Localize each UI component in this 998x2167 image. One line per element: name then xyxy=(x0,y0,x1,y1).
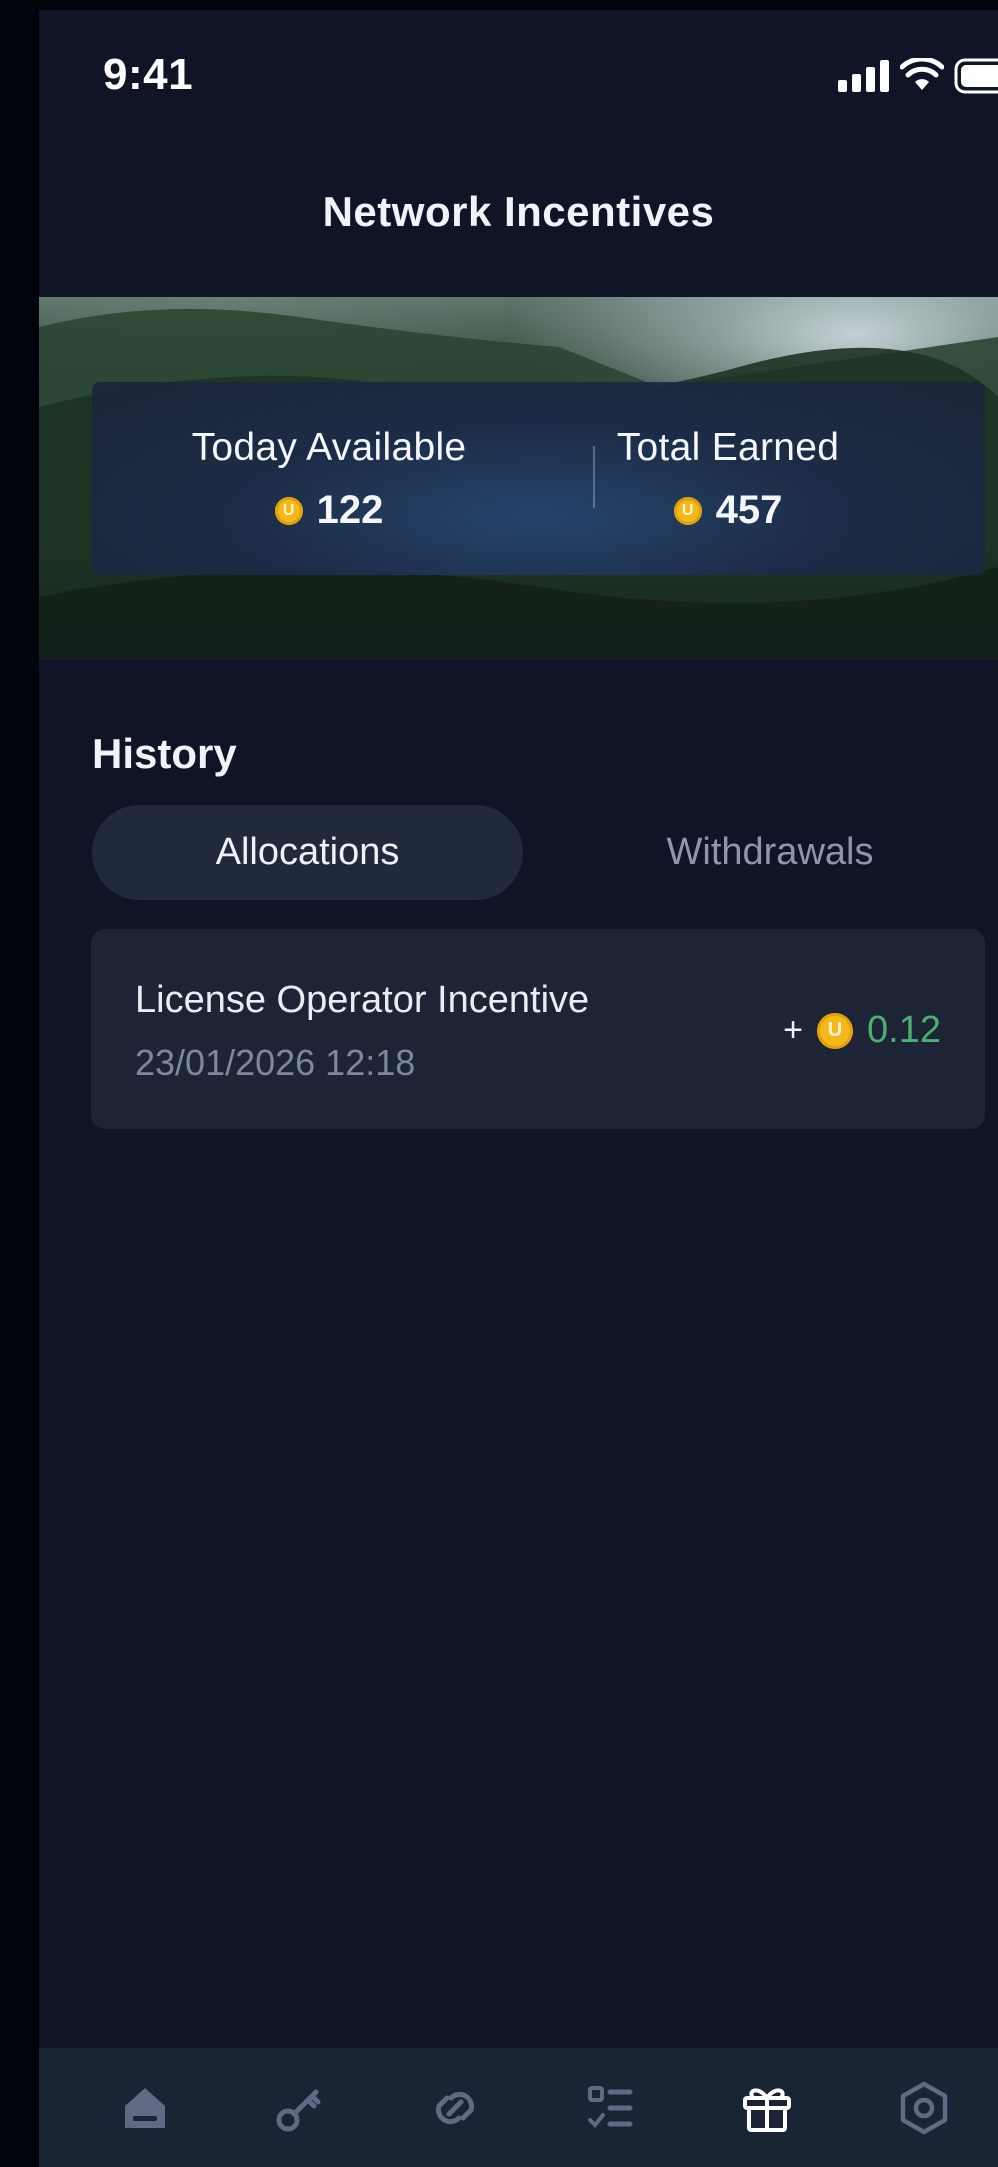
list-item[interactable]: License Operator Incentive 23/01/2026 12… xyxy=(91,929,985,1129)
app-screen: 9:41 Network Incentives Today Available … xyxy=(39,10,998,2167)
nav-rewards[interactable] xyxy=(737,2078,797,2138)
home-icon xyxy=(125,2088,165,2128)
transaction-sign: + xyxy=(783,1011,804,1049)
coin-icon: U xyxy=(673,496,702,525)
total-earned-label: Total Earned xyxy=(616,426,840,469)
today-available-stat: Today Available U 122 xyxy=(129,426,529,533)
history-title: History xyxy=(92,730,237,777)
total-earned-stat: Total Earned U 457 xyxy=(528,426,928,533)
tab-allocations[interactable]: Allocations xyxy=(92,805,523,900)
today-available-value: 122 xyxy=(316,488,384,532)
transaction-date: 23/01/2026 12:18 xyxy=(135,1042,416,1083)
transaction-amount: 0.12 xyxy=(867,1009,941,1051)
signal-icon xyxy=(838,60,889,92)
nav-keys[interactable] xyxy=(270,2078,330,2138)
today-available-label: Today Available xyxy=(191,426,467,469)
page-title: Network Incentives xyxy=(322,188,715,235)
key-icon xyxy=(276,2089,321,2132)
nav-links[interactable] xyxy=(425,2078,485,2138)
tab-withdrawals[interactable]: Withdrawals xyxy=(555,805,985,900)
battery-icon xyxy=(954,58,998,94)
transaction-title: License Operator Incentive xyxy=(135,979,590,1021)
hero-banner: Today Available U 122 Total Earned U 457 xyxy=(39,297,998,660)
wifi-icon xyxy=(900,58,944,90)
link-icon xyxy=(435,2091,475,2125)
coin-icon: U xyxy=(817,1012,854,1049)
coin-icon: U xyxy=(274,496,303,525)
bottom-nav xyxy=(39,2048,998,2167)
history-tabs: Allocations Withdrawals xyxy=(92,805,985,900)
task-list-icon xyxy=(588,2086,633,2128)
total-earned-value: 457 xyxy=(715,488,783,532)
nav-tasks[interactable] xyxy=(580,2078,640,2138)
transaction-amount-row: + U 0.12 xyxy=(783,1009,941,1052)
gift-icon xyxy=(743,2088,791,2132)
status-time: 9:41 xyxy=(103,50,194,99)
nav-settings[interactable] xyxy=(894,2078,954,2138)
stats-card: Today Available U 122 Total Earned U 457 xyxy=(92,382,985,575)
hexagon-settings-icon xyxy=(900,2081,948,2135)
nav-home[interactable] xyxy=(115,2078,175,2138)
